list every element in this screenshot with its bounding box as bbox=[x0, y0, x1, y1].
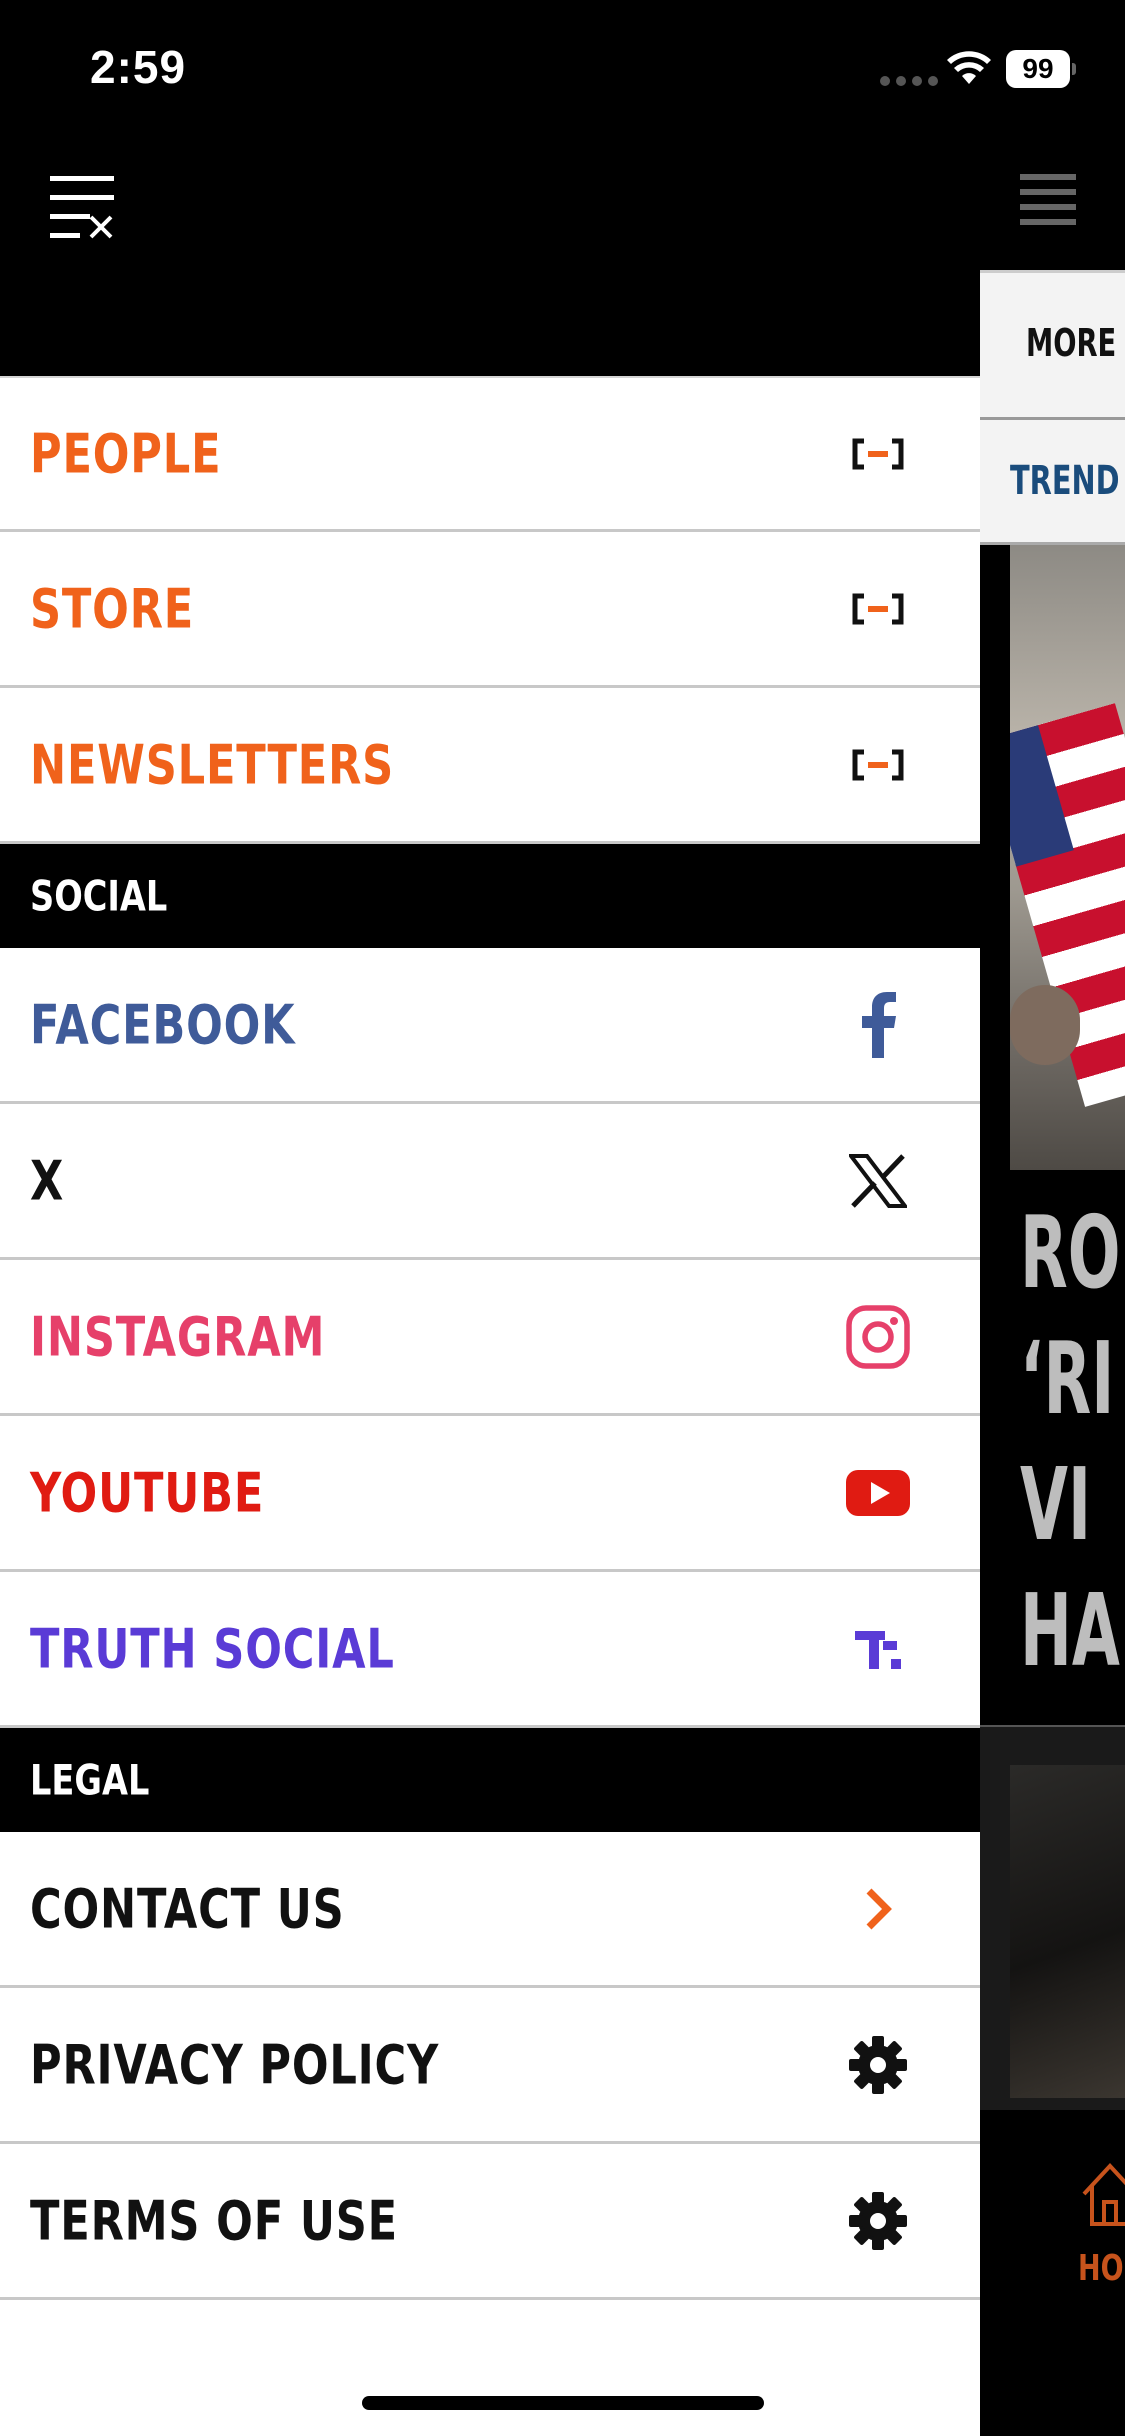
external-link-icon bbox=[843, 419, 913, 489]
article-headline[interactable]: RO ‘RI VI HA bbox=[1020, 1190, 1125, 1694]
section-title: LEGAL bbox=[30, 1755, 150, 1805]
battery-icon: 99 bbox=[1006, 50, 1076, 88]
menu-item-label: TERMS OF USE bbox=[30, 2189, 398, 2252]
cellular-signal-icon bbox=[880, 76, 938, 86]
home-indicator[interactable] bbox=[362, 2396, 764, 2410]
status-time: 2:59 bbox=[90, 41, 187, 93]
close-menu-button[interactable] bbox=[50, 176, 114, 240]
menu-item-label: NEWSLETTERS bbox=[30, 733, 395, 796]
battery-level: 99 bbox=[1006, 50, 1070, 88]
menu-item-contact-us[interactable]: CONTACT US bbox=[0, 1832, 980, 1988]
menu-item-label: X bbox=[30, 1149, 65, 1212]
legal-section-header: LEGAL bbox=[0, 1728, 980, 1832]
tab-bar: HO bbox=[980, 2110, 1125, 2436]
close-icon bbox=[89, 215, 113, 239]
menu-item-privacy-policy[interactable]: PRIVACY POLICY bbox=[0, 1988, 980, 2144]
gear-icon bbox=[843, 2186, 913, 2256]
menu-item-label: CONTACT US bbox=[30, 1877, 345, 1940]
home-icon[interactable] bbox=[1080, 2160, 1125, 2230]
article-card[interactable] bbox=[980, 1725, 1125, 2110]
menu-item-label: INSTAGRAM bbox=[30, 1305, 326, 1368]
more-tab[interactable]: MORE bbox=[980, 270, 1125, 420]
headline-line: HA bbox=[1020, 1572, 1120, 1689]
menu-item-youtube[interactable]: YOUTUBE bbox=[0, 1416, 980, 1572]
article-card-image bbox=[1010, 1765, 1125, 2098]
more-tab-label: MORE bbox=[1026, 321, 1117, 365]
tab-home-label[interactable]: HO bbox=[1078, 2248, 1124, 2289]
navigation-drawer: PEOPLE STORE NEWSLETTERS SOCIAL FACEBOOK… bbox=[0, 0, 980, 2436]
menu-item-terms-of-use[interactable]: TERMS OF USE bbox=[0, 2144, 980, 2300]
menu-item-facebook[interactable]: FACEBOOK bbox=[0, 948, 980, 1104]
screen: 2:59 99 MORE TREND RO ‘RI VI HA HO PEOPL… bbox=[0, 0, 1125, 2436]
menu-list: PEOPLE STORE NEWSLETTERS SOCIAL FACEBOOK… bbox=[0, 376, 980, 2300]
headline-line: RO bbox=[1020, 1194, 1121, 1311]
youtube-icon bbox=[843, 1458, 913, 1528]
drawer-footer bbox=[0, 2300, 980, 2436]
gear-icon bbox=[843, 2030, 913, 2100]
menu-item-label: TRUTH SOCIAL bbox=[30, 1617, 395, 1680]
menu-item-store[interactable]: STORE bbox=[0, 532, 980, 688]
hamburger-menu-icon[interactable] bbox=[1020, 174, 1076, 228]
headline-line: VI bbox=[1020, 1446, 1092, 1563]
trending-tab-label: TREND bbox=[1010, 458, 1120, 504]
truth-social-icon bbox=[843, 1614, 913, 1684]
menu-item-label: YOUTUBE bbox=[30, 1461, 265, 1524]
instagram-icon bbox=[843, 1302, 913, 1372]
chevron-right-icon bbox=[843, 1874, 913, 1944]
menu-item-label: FACEBOOK bbox=[30, 993, 296, 1056]
menu-item-label: PRIVACY POLICY bbox=[30, 2033, 440, 2096]
external-link-icon bbox=[843, 574, 913, 644]
menu-item-newsletters[interactable]: NEWSLETTERS bbox=[0, 688, 980, 844]
menu-item-x[interactable]: X bbox=[0, 1104, 980, 1260]
wifi-icon bbox=[947, 51, 991, 84]
menu-item-people[interactable]: PEOPLE bbox=[0, 376, 980, 532]
facebook-icon bbox=[843, 990, 913, 1060]
status-bar: 2:59 99 bbox=[0, 0, 1125, 140]
article-photo[interactable] bbox=[1010, 545, 1125, 1170]
social-section-header: SOCIAL bbox=[0, 844, 980, 948]
section-title: SOCIAL bbox=[30, 871, 168, 921]
headline-line: ‘RI bbox=[1020, 1320, 1115, 1437]
menu-item-label: STORE bbox=[30, 577, 195, 640]
menu-item-instagram[interactable]: INSTAGRAM bbox=[0, 1260, 980, 1416]
external-link-icon bbox=[843, 730, 913, 800]
menu-item-label: PEOPLE bbox=[30, 422, 222, 485]
trending-tab[interactable]: TREND bbox=[980, 420, 1125, 545]
menu-item-truth-social[interactable]: TRUTH SOCIAL bbox=[0, 1572, 980, 1728]
background-app[interactable]: MORE TREND RO ‘RI VI HA HO bbox=[980, 0, 1125, 2436]
x-icon bbox=[843, 1146, 913, 1216]
